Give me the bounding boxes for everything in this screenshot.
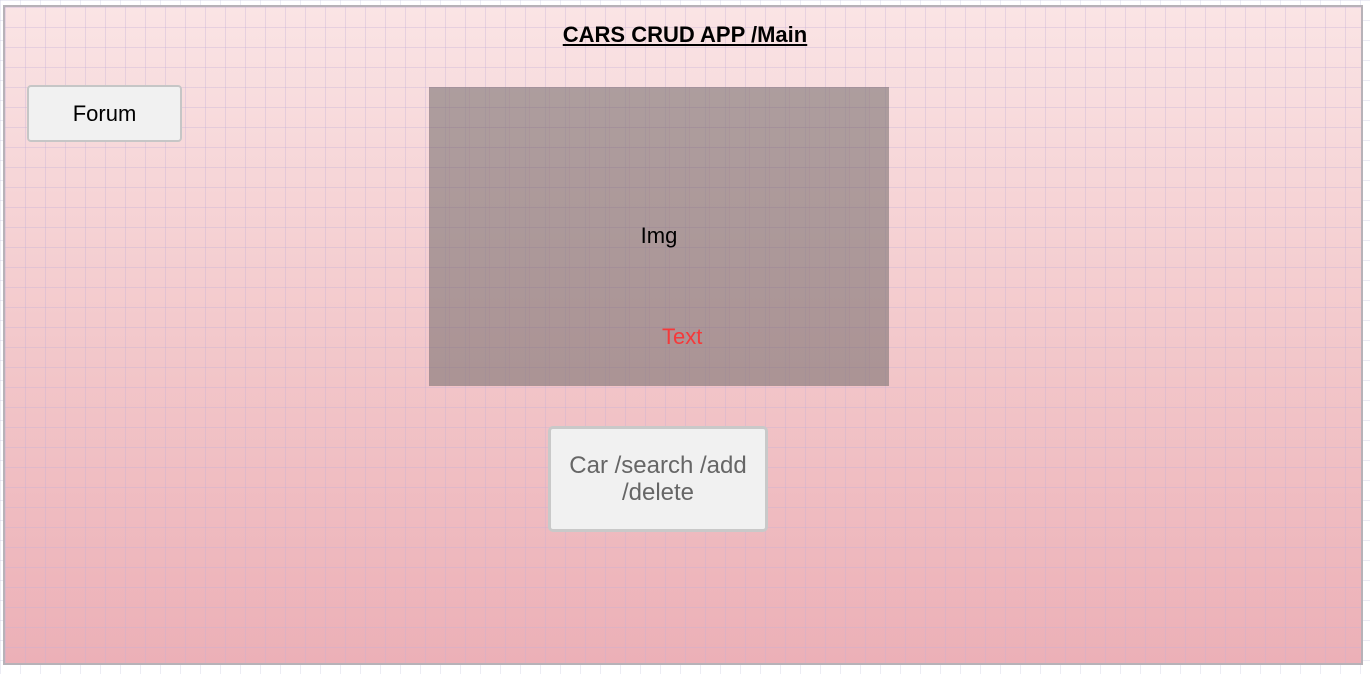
page-title: CARS CRUD APP /Main <box>562 22 808 47</box>
image-label: Img <box>640 223 678 248</box>
car-crud-button[interactable]: Car /search /add /delete <box>548 426 768 532</box>
hero-image-placeholder: Img Text <box>429 87 889 386</box>
image-caption: Text <box>662 324 703 349</box>
mockup-canvas: CARS CRUD APP /Main Forum Img Text Car /… <box>0 0 1370 674</box>
forum-button[interactable]: Forum <box>27 85 182 142</box>
